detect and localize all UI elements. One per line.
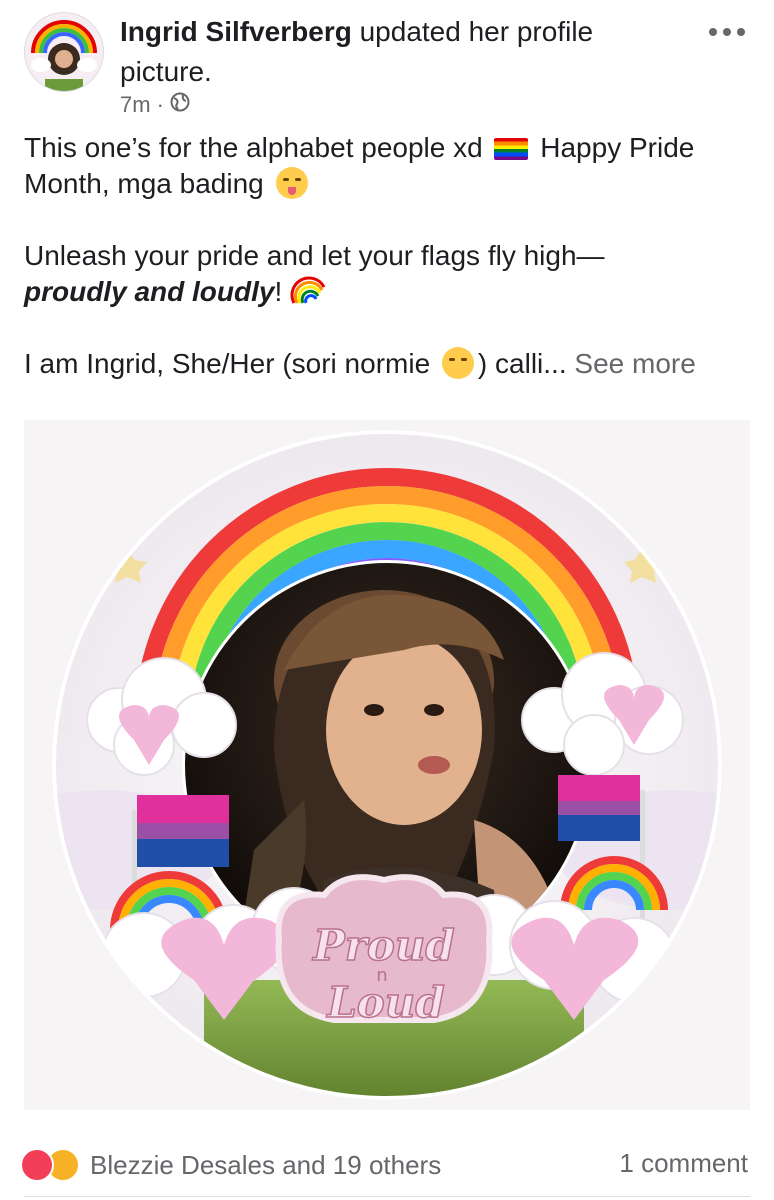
post-text-bold: proudly and loudly [24,276,275,307]
profile-avatar[interactable] [24,12,104,92]
post-line: I am Ingrid, She/Her (sori normie ) call… [24,346,754,382]
profile-picture-image[interactable]: Proud n Loud [24,420,750,1110]
post-text-segment: This one’s for the alphabet people xd [24,132,483,163]
post-text-segment: Month, mga bading [24,168,264,199]
post-title: Ingrid Silfverberg updated her profile p… [120,12,680,92]
post-text-segment: ) calli... [477,348,567,379]
meta-separator: · [156,92,164,117]
rainbow-icon [290,276,326,304]
post-text-segment: I am Ingrid, She/Her (sori normie [24,348,431,379]
reactions-summary[interactable]: Blezzie Desales and 19 others [20,1148,441,1182]
pride-flag-icon [494,138,529,160]
post-line: This one’s for the alphabet people xd Ha… [24,130,754,166]
post-meta: 7m · [120,92,190,118]
see-more-link[interactable]: See more [574,348,695,379]
sticker-proud-text: Proud [312,921,455,970]
globe-icon [170,92,190,118]
divider [24,1196,750,1197]
timestamp[interactable]: 7m [120,92,151,118]
author-name[interactable]: Ingrid Silfverberg [120,16,352,47]
sleepy-face-icon [441,347,474,379]
post-body: This one’s for the alphabet people xd Ha… [24,130,754,382]
post-text-segment: Happy Pride [540,132,695,163]
love-reaction-icon [20,1148,54,1182]
more-horizontal-icon[interactable] [704,22,750,42]
post-line: Month, mga bading [24,166,754,202]
post-header: Ingrid Silfverberg updated her profile p… [0,0,774,120]
post-text-segment: ! [274,276,283,307]
tongue-out-face-icon [275,167,308,199]
post-line: Unleash your pride and let your flags fl… [24,238,754,274]
post-footer: Blezzie Desales and 19 others 1 comment [0,1138,774,1188]
post-line: proudly and loudly! [24,274,754,310]
comments-count[interactable]: 1 comment [619,1148,748,1179]
reaction-text: Blezzie Desales and 19 others [90,1149,442,1180]
sticker-loud-text: Loud [326,978,444,1027]
post-text-segment: Unleash your pride and let your flags fl… [24,240,605,271]
